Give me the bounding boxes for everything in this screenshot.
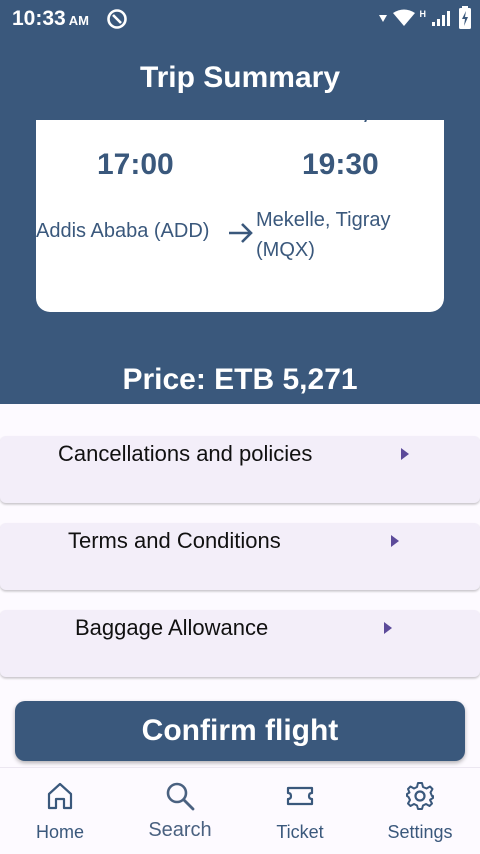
nav-label: Settings: [387, 822, 453, 842]
home-icon: [47, 782, 73, 810]
nav-item-home[interactable]: Home: [0, 768, 120, 854]
search-icon: [166, 782, 195, 811]
price-label: Price: ETB 5,271: [122, 363, 358, 396]
departure-time: 17:00: [97, 148, 174, 181]
app-notification-icon: [107, 9, 127, 29]
nav-item-ticket[interactable]: Ticket: [240, 768, 360, 854]
page-title: Trip Summary: [139, 61, 341, 94]
section-baggage[interactable]: Baggage Allowance: [0, 610, 480, 677]
status-bar: 10:33 AM H: [0, 0, 480, 36]
caret-right-icon: [384, 622, 392, 634]
trip-header: 17:00 19:30 Addis Ababa (ADD) Mekelle, T…: [0, 120, 480, 404]
clipped-text-fragment: [358, 120, 370, 122]
arrow-right-icon: [229, 223, 253, 243]
section-terms[interactable]: Terms and Conditions: [0, 523, 480, 590]
app-bar: Trip Summary: [0, 36, 480, 120]
arrival-time: 19:30: [302, 148, 379, 181]
section-cancellations[interactable]: Cancellations and policies: [0, 436, 480, 503]
battery-charging-icon: [459, 6, 471, 29]
trip-card: 17:00 19:30 Addis Ababa (ADD) Mekelle, T…: [36, 120, 444, 312]
status-time: 10:33 AM: [12, 7, 89, 30]
caret-right-icon: [391, 535, 399, 547]
nav-label: Ticket: [276, 822, 324, 842]
confirm-flight-button[interactable]: Confirm flight: [15, 701, 465, 761]
section-label: Baggage Allowance: [75, 615, 269, 640]
ticket-icon: [286, 786, 314, 806]
section-label: Cancellations and policies: [58, 441, 313, 466]
wifi-icon: [392, 9, 415, 26]
gear-icon: [406, 782, 434, 810]
nav-label: Search: [148, 819, 212, 841]
nav-label: Home: [35, 822, 84, 842]
caret-right-icon: [401, 448, 409, 460]
bottom-nav: Home Search Ticket Settings: [0, 767, 480, 854]
signal-icon: [432, 11, 450, 26]
nav-item-search[interactable]: Search: [120, 768, 240, 854]
data-arrow-icon: [378, 15, 387, 22]
network-type-label: H: [419, 9, 427, 19]
destination-city: Mekelle, Tigray (MQX): [256, 209, 391, 261]
status-icons: H: [378, 6, 473, 30]
section-label: Terms and Conditions: [68, 528, 281, 553]
origin-city: Addis Ababa (ADD): [36, 220, 210, 242]
nav-item-settings[interactable]: Settings: [360, 768, 480, 854]
